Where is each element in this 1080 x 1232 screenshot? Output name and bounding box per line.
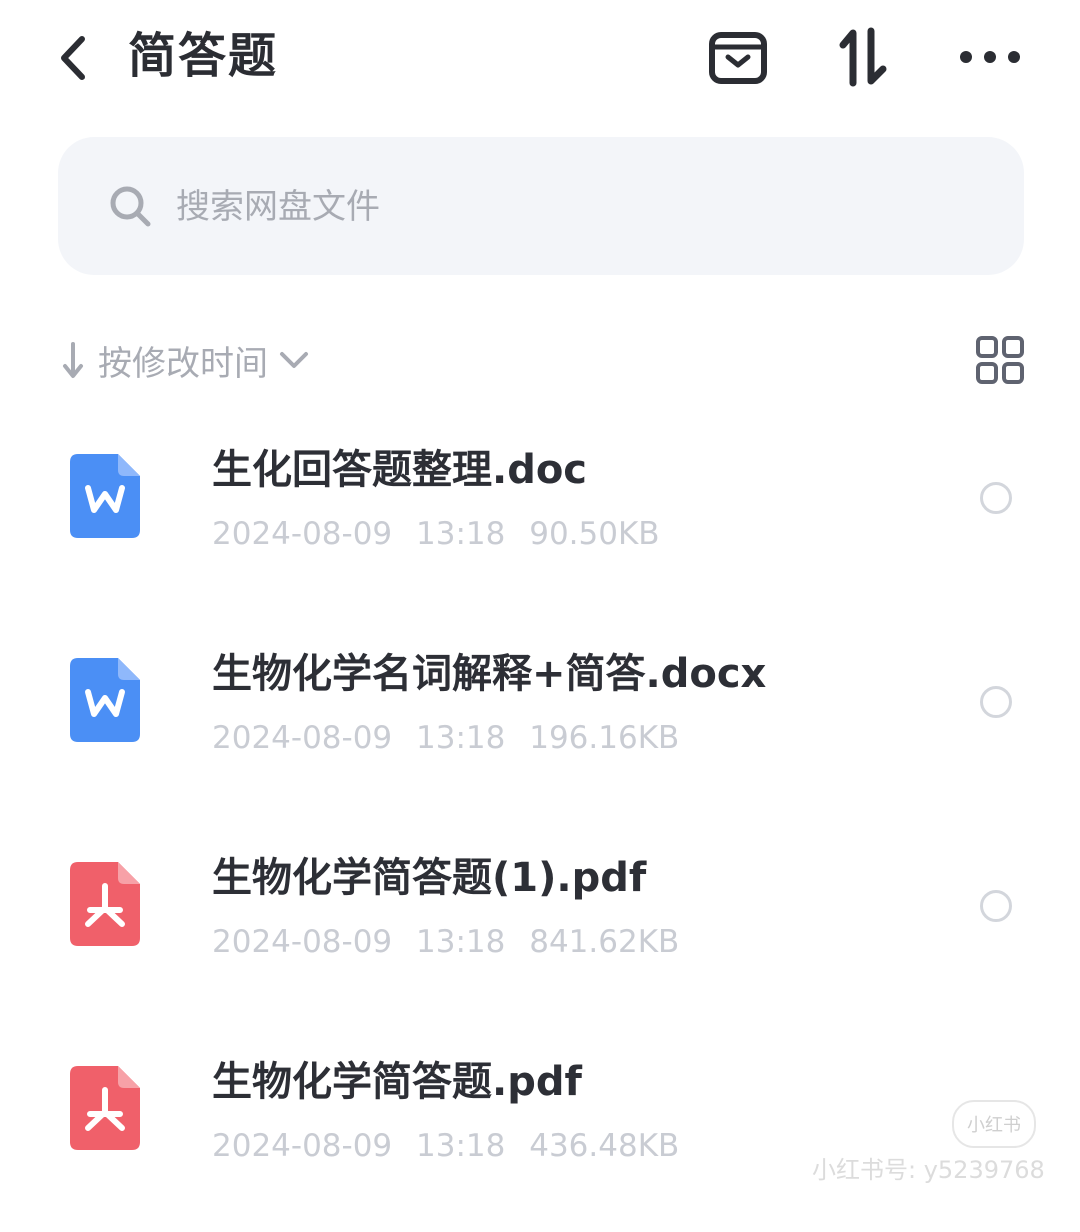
file-meta: 2024-08-09 13:18 841.62KB [212,920,679,964]
chevron-left-icon [61,36,85,80]
file-name: 生化回答题整理.doc [212,447,588,493]
file-meta: 2024-08-09 13:18 90.50KB [212,512,660,556]
search-icon [110,186,151,227]
pdf-file-icon [70,862,140,946]
archive-icon [709,32,767,84]
watermark-logo: 小红书 [952,1100,1036,1148]
sort-dropdown[interactable]: 按修改时间 [58,330,312,390]
file-date: 2024-08-09 [212,1128,393,1164]
grid-view-icon [976,336,1024,384]
select-checkbox[interactable] [980,482,1012,514]
page-title: 简答题 [128,28,279,84]
word-file-icon [70,658,140,742]
file-row[interactable]: 生物化学简答题.pdf 2024-08-09 13:18 436.48KB [0,1032,1080,1232]
file-meta: 2024-08-09 13:18 436.48KB [212,1124,679,1168]
file-row[interactable]: 生物化学简答题(1).pdf 2024-08-09 13:18 841.62KB [0,828,1080,1028]
grid-view-button[interactable] [972,332,1028,388]
file-row[interactable]: 生物化学名词解释+简答.docx 2024-08-09 13:18 196.16… [0,624,1080,824]
file-time: 13:18 [416,720,506,756]
file-time: 13:18 [416,516,506,552]
transfer-button[interactable] [828,22,898,92]
watermark-id: 小红书号: y5239768 [812,1156,1045,1184]
file-row[interactable]: 生化回答题整理.doc 2024-08-09 13:18 90.50KB [0,420,1080,620]
select-checkbox[interactable] [980,890,1012,922]
word-file-icon [70,454,140,538]
sort-label: 按修改时间 [98,343,268,384]
file-size: 90.50KB [529,516,660,552]
sort-down-icon [63,342,83,378]
more-button[interactable] [955,22,1025,92]
chevron-down-icon [280,352,308,368]
file-time: 13:18 [416,924,506,960]
file-date: 2024-08-09 [212,924,393,960]
archive-button[interactable] [703,22,773,92]
file-name: 生物化学名词解释+简答.docx [212,651,767,697]
pdf-file-icon [70,1066,140,1150]
transfer-icon [839,27,887,87]
file-name: 生物化学简答题.pdf [212,1059,582,1105]
file-size: 196.16KB [529,720,680,756]
file-meta: 2024-08-09 13:18 196.16KB [212,716,679,760]
file-date: 2024-08-09 [212,720,393,756]
back-button[interactable] [48,30,98,86]
top-bar: 简答题 [0,0,1080,115]
file-size: 436.48KB [529,1128,680,1164]
file-time: 13:18 [416,1128,506,1164]
file-size: 841.62KB [529,924,680,960]
more-icon [960,51,1020,63]
search-placeholder: 搜索网盘文件 [176,187,380,227]
select-checkbox[interactable] [980,686,1012,718]
file-date: 2024-08-09 [212,516,393,552]
file-name: 生物化学简答题(1).pdf [212,855,647,901]
